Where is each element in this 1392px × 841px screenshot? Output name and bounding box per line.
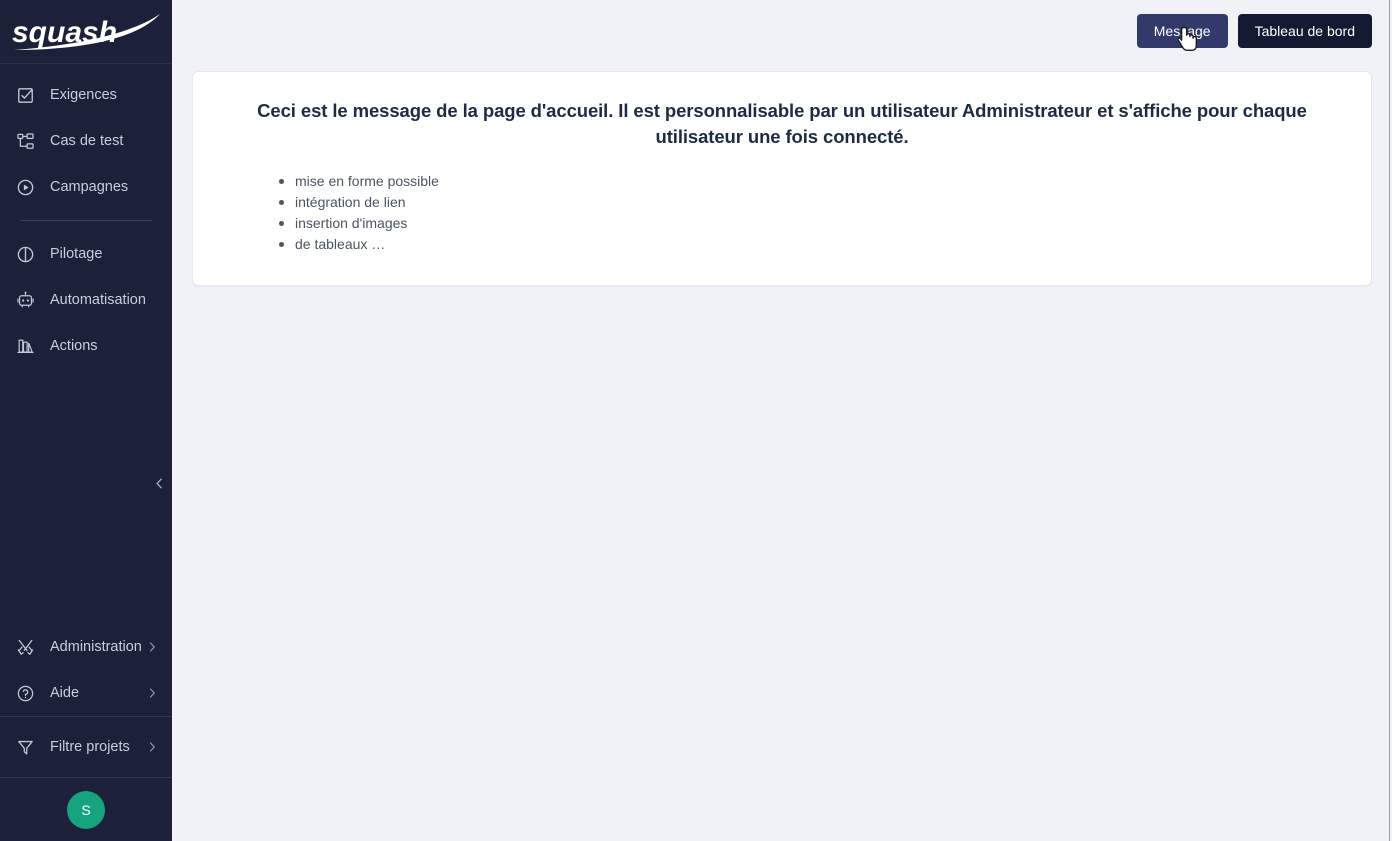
chevron-left-icon xyxy=(153,477,166,490)
chevron-right-icon xyxy=(146,741,158,753)
sidebar-item-label: Automatisation xyxy=(50,291,146,308)
sidebar-item-administration[interactable]: Administration xyxy=(0,624,172,670)
sidebar-divider-1 xyxy=(20,220,152,221)
play-circle-icon xyxy=(14,176,36,198)
sidebar-item-campagnes[interactable]: Campagnes xyxy=(0,164,172,210)
sidebar-item-label: Pilotage xyxy=(50,245,103,262)
logo-divider xyxy=(0,63,172,64)
page-right-edge xyxy=(1389,0,1390,841)
robot-icon xyxy=(14,289,36,311)
question-circle-icon xyxy=(14,682,36,704)
brand-logo[interactable]: squash xyxy=(0,0,172,64)
list-item: insertion d'images xyxy=(279,213,1341,234)
sidebar-item-actions[interactable]: Actions xyxy=(0,323,172,369)
welcome-message-list: mise en forme possible intégration de li… xyxy=(223,171,1341,255)
funnel-icon xyxy=(14,736,36,758)
welcome-message-card: Ceci est le message de la page d'accueil… xyxy=(192,71,1372,287)
sidebar-item-exigences[interactable]: Exigences xyxy=(0,72,172,118)
main-area: Message Tableau de bord Ceci est le mess… xyxy=(172,0,1392,841)
user-avatar-area: S xyxy=(0,778,172,841)
list-item: intégration de lien xyxy=(279,192,1341,213)
sidebar: squash Exigences Cas de test Campagnes P… xyxy=(0,0,172,841)
sidebar-nav-footer: Administration Aide Filtre projets xyxy=(0,624,172,778)
welcome-message-title: Ceci est le message de la page d'accueil… xyxy=(257,100,1307,147)
top-toolbar: Message Tableau de bord xyxy=(172,0,1392,62)
sidebar-item-label: Cas de test xyxy=(50,132,124,149)
chevron-right-icon xyxy=(146,687,158,699)
content-region: Ceci est le message de la page d'accueil… xyxy=(172,62,1392,841)
list-item: mise en forme possible xyxy=(279,171,1341,192)
sidebar-item-label: Actions xyxy=(50,337,98,354)
sidebar-item-label: Administration xyxy=(50,638,142,655)
sidebar-item-aide[interactable]: Aide xyxy=(0,670,172,716)
bookshelf-icon xyxy=(14,335,36,357)
squash-logo-icon: squash xyxy=(12,14,160,50)
sidebar-item-pilotage[interactable]: Pilotage xyxy=(0,231,172,277)
checkbox-checked-icon xyxy=(14,84,36,106)
chevron-right-icon xyxy=(146,641,158,653)
sidebar-item-cas-de-test[interactable]: Cas de test xyxy=(0,118,172,164)
tools-cross-icon xyxy=(14,636,36,658)
dashboard-button[interactable]: Tableau de bord xyxy=(1237,14,1372,48)
avatar[interactable]: S xyxy=(67,790,105,829)
message-button[interactable]: Message xyxy=(1136,14,1228,48)
sidebar-item-label: Campagnes xyxy=(50,178,129,195)
sidebar-item-label: Aide xyxy=(50,684,80,701)
sidebar-item-label: Filtre projets xyxy=(50,738,130,755)
sidebar-collapse-button[interactable] xyxy=(148,471,170,495)
application-root: squash Exigences Cas de test Campagnes P… xyxy=(0,0,1392,841)
pie-chart-icon xyxy=(14,243,36,265)
svg-text:squash: squash xyxy=(12,16,117,49)
sidebar-nav-primary: Exigences Cas de test Campagnes Pilotage… xyxy=(0,64,172,369)
list-item: de tableaux … xyxy=(279,234,1341,255)
tree-hierarchy-icon xyxy=(14,130,36,152)
sidebar-item-filtre-projets[interactable]: Filtre projets xyxy=(0,717,172,777)
sidebar-item-automatisation[interactable]: Automatisation xyxy=(0,277,172,323)
sidebar-item-label: Exigences xyxy=(50,86,117,103)
